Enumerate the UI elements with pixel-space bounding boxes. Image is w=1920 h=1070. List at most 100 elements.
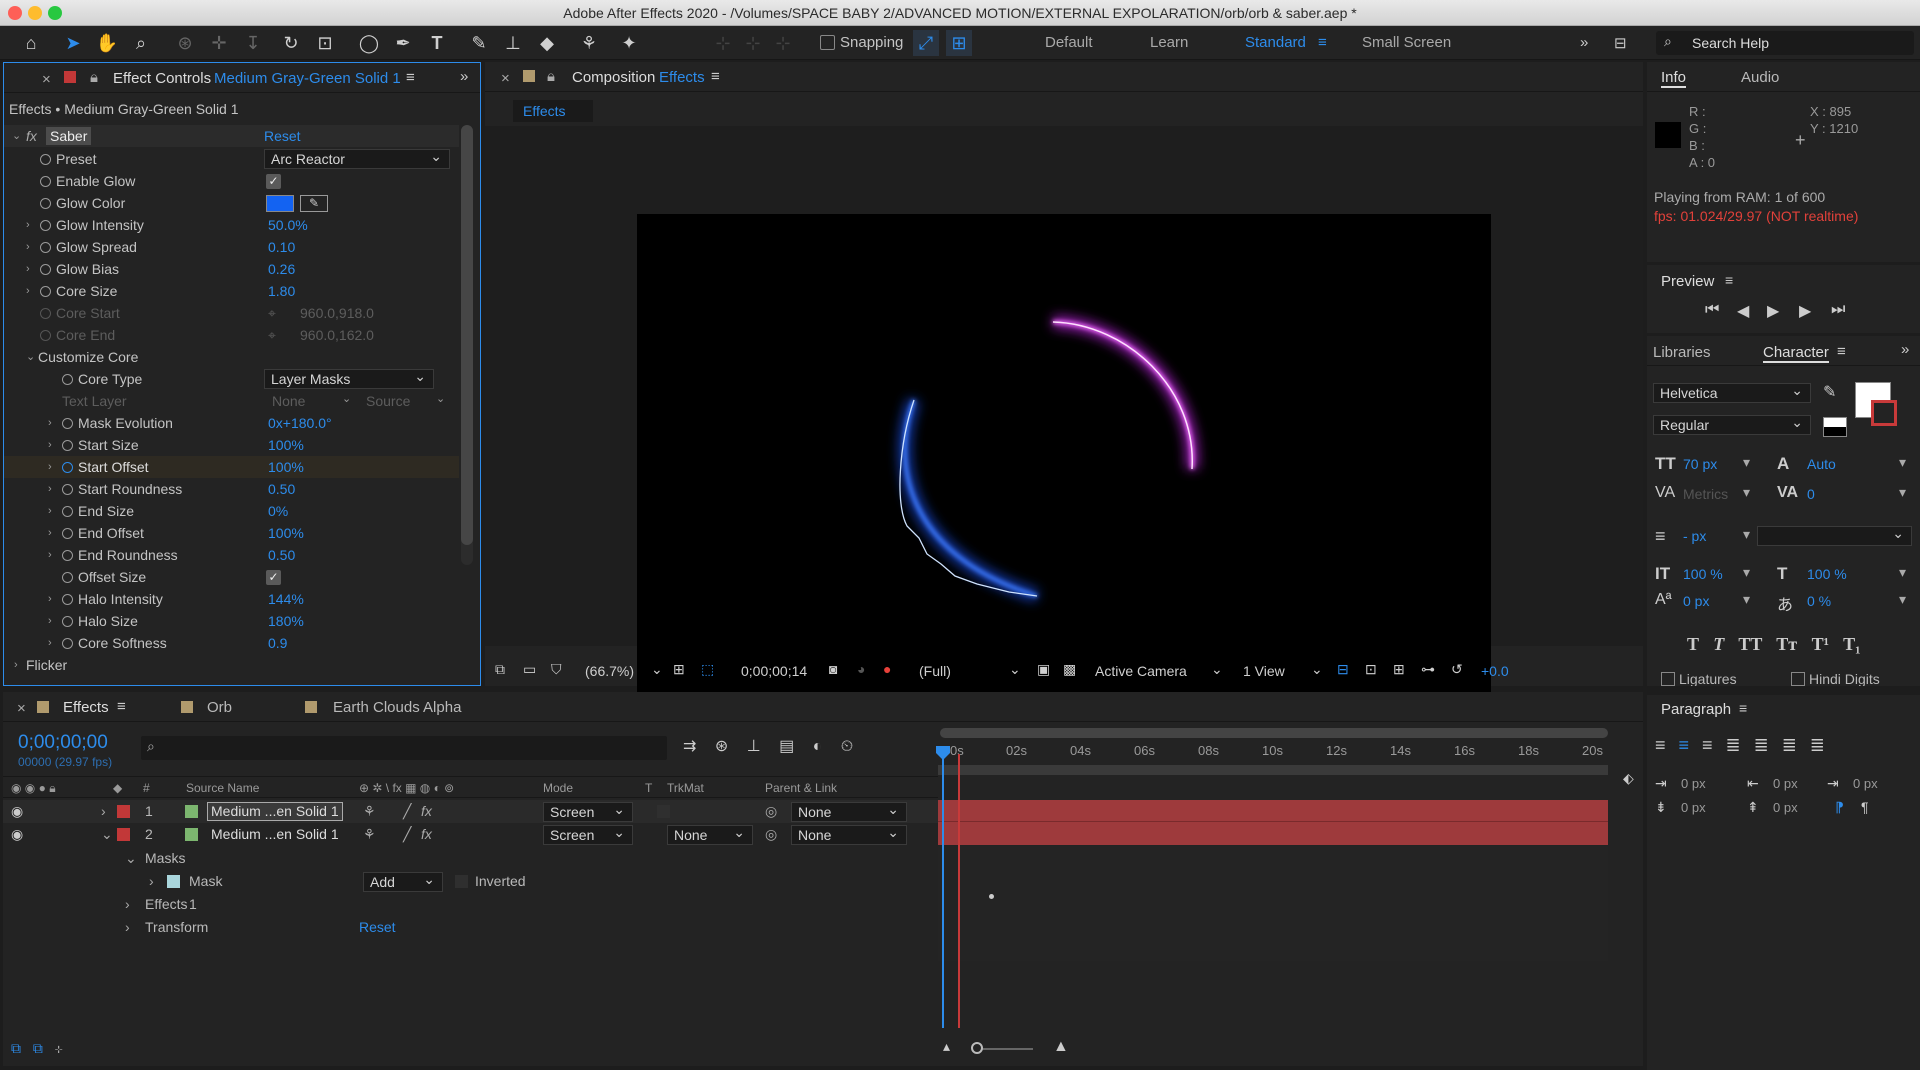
brush-tool-icon[interactable]: ✎ bbox=[466, 30, 492, 56]
effect-prop-row[interactable]: Text Layer None ⌄ Source ⌄ bbox=[4, 390, 459, 412]
snap-edge-icon[interactable]: ⤢ bbox=[913, 30, 939, 56]
prop-value[interactable]: 144% bbox=[268, 588, 304, 610]
fx-icon[interactable]: fx bbox=[421, 823, 432, 846]
chevron-down-icon[interactable]: ▾ bbox=[1899, 591, 1906, 608]
chevron-right-icon[interactable]: › bbox=[48, 544, 52, 566]
always-preview-icon[interactable]: ⧉ bbox=[495, 661, 505, 678]
home-icon[interactable]: ⌂ bbox=[18, 30, 44, 56]
tracking-value[interactable]: 0 bbox=[1807, 486, 1815, 502]
font-size-value[interactable]: 70 px bbox=[1683, 456, 1717, 472]
effect-prop-row[interactable]: Core End ⌖ 960.0,162.0 bbox=[4, 324, 459, 346]
chevron-down-icon[interactable]: ⌄ bbox=[1009, 661, 1021, 678]
effect-prop-row[interactable]: › Start Roundness 0.50 bbox=[4, 478, 459, 500]
layer-mode-dropdown[interactable]: Screen bbox=[543, 823, 633, 845]
ellipse-tool-icon[interactable]: ◯ bbox=[356, 30, 382, 56]
effect-prop-row[interactable]: › Start Size 100% bbox=[4, 434, 459, 456]
chevron-down-icon[interactable]: ▾ bbox=[1899, 564, 1906, 581]
character-tab[interactable]: Character bbox=[1763, 344, 1829, 363]
default-colors-icon[interactable] bbox=[1823, 417, 1847, 437]
chevron-down-icon[interactable]: ▾ bbox=[1743, 564, 1750, 581]
chevron-down-icon[interactable]: ⌄ bbox=[125, 847, 137, 870]
prop-value[interactable]: 0.10 bbox=[268, 236, 295, 258]
stopwatch-icon[interactable] bbox=[62, 638, 73, 649]
indent-first-value[interactable]: 0 px bbox=[1853, 776, 1878, 791]
expand-panel-icon[interactable]: » bbox=[460, 68, 468, 85]
zoom-slider-thumb[interactable] bbox=[971, 1042, 983, 1054]
stroke-style-dropdown[interactable] bbox=[1757, 524, 1912, 546]
audio-tab[interactable]: Audio bbox=[1741, 69, 1779, 86]
stopwatch-icon[interactable] bbox=[62, 484, 73, 495]
chevron-right-icon[interactable]: › bbox=[26, 280, 30, 302]
kerning-value[interactable]: Metrics bbox=[1683, 486, 1728, 502]
stopwatch-icon[interactable] bbox=[40, 220, 51, 231]
panel-menu-icon[interactable]: ≡ bbox=[406, 69, 415, 86]
timeline-tab-earth[interactable]: Earth Clouds Alpha bbox=[333, 699, 461, 716]
stopwatch-icon[interactable] bbox=[62, 594, 73, 605]
scrollbar[interactable] bbox=[461, 125, 473, 565]
prop-dropdown[interactable]: Layer Masks bbox=[264, 367, 434, 389]
prop-value[interactable]: 960.0,918.0 bbox=[300, 302, 374, 324]
effect-prop-row[interactable]: › Flicker bbox=[4, 654, 459, 676]
prop-dropdown[interactable]: Arc Reactor bbox=[264, 147, 450, 169]
zoom-tool-icon[interactable]: ⌕ bbox=[128, 30, 154, 56]
effect-prop-row[interactable]: Glow Color ✎ bbox=[4, 192, 459, 214]
first-frame-icon[interactable]: ⏮ bbox=[1705, 301, 1719, 319]
layer-row-2[interactable]: ◉ ⌄ 2 Medium ...en Solid 1 ⚘ ╱ fx Screen… bbox=[3, 823, 938, 846]
time-navigator[interactable] bbox=[938, 765, 1608, 775]
zoom-dropdown[interactable]: (66.7%) bbox=[585, 663, 634, 679]
layer-name[interactable]: Medium ...en Solid 1 bbox=[207, 802, 343, 821]
chevron-right-icon[interactable]: › bbox=[48, 456, 52, 478]
chevron-down-icon[interactable]: ▾ bbox=[1899, 484, 1906, 501]
effect-prop-row[interactable]: › Glow Intensity 50.0% bbox=[4, 214, 459, 236]
prop-value[interactable]: 0x+180.0° bbox=[268, 412, 332, 434]
fast-previews-icon[interactable]: ▣ bbox=[1037, 661, 1050, 678]
prop-value[interactable]: 180% bbox=[268, 610, 304, 632]
vertical-scale-value[interactable]: 100 % bbox=[1683, 566, 1723, 582]
effect-prop-row[interactable]: › Mask Evolution 0x+180.0° bbox=[4, 412, 459, 434]
pan-camera-icon[interactable]: ✛ bbox=[206, 30, 232, 56]
play-icon[interactable]: ▶︎ bbox=[1767, 301, 1779, 321]
next-frame-icon[interactable]: ▶︎ bbox=[1799, 301, 1811, 321]
ltr-direction-icon[interactable]: ⁋ bbox=[1835, 799, 1844, 816]
layer-search-input[interactable]: ⌕ bbox=[141, 736, 667, 760]
composition-name[interactable]: Effects bbox=[659, 69, 705, 86]
space-after-value[interactable]: 0 px bbox=[1773, 800, 1798, 815]
stopwatch-icon[interactable] bbox=[62, 550, 73, 561]
effect-prop-row[interactable]: › Halo Intensity 144% bbox=[4, 588, 459, 610]
eye-icon[interactable]: ◉ bbox=[11, 800, 23, 823]
snapping-checkbox[interactable] bbox=[820, 35, 835, 50]
comp-timecode[interactable]: 0;00;00;14 bbox=[741, 663, 807, 679]
alignment-buttons[interactable]: ≡ ≡ ≡ ≣ ≣ ≣ ≣ bbox=[1655, 735, 1825, 756]
timeline-bottom-icons[interactable]: ⧉ ⧉ ⊹ bbox=[11, 1040, 63, 1057]
composition-tab[interactable]: Composition bbox=[572, 69, 655, 86]
stopwatch-icon[interactable] bbox=[40, 330, 51, 341]
flowchart-icon[interactable]: ⊶ bbox=[1421, 661, 1435, 678]
snapshot-icon[interactable]: ◙ bbox=[829, 661, 837, 677]
prop-value[interactable]: 0.50 bbox=[268, 478, 295, 500]
stroke-width-value[interactable]: - px bbox=[1683, 528, 1706, 544]
effect-prop-row[interactable]: › Glow Spread 0.10 bbox=[4, 236, 459, 258]
camera-dropdown[interactable]: Active Camera bbox=[1095, 663, 1187, 679]
stopwatch-icon[interactable] bbox=[62, 616, 73, 627]
time-graph[interactable]: 0s 02s 04s 06s 08s 10s 12s 14s 16s 18s 20s bbox=[936, 728, 1608, 1028]
pickwhip-icon[interactable]: ◎ bbox=[765, 800, 777, 823]
panel-menu-icon[interactable]: ≡ bbox=[117, 698, 126, 715]
exposure-value[interactable]: +0.0 bbox=[1481, 663, 1509, 679]
previous-frame-icon[interactable]: ◀︎ bbox=[1737, 301, 1749, 321]
workspace-default[interactable]: Default bbox=[1045, 34, 1093, 51]
prop-value[interactable]: 1.80 bbox=[268, 280, 295, 302]
quality-icon[interactable]: ╱ bbox=[403, 800, 411, 823]
mask-mode-dropdown[interactable]: Add bbox=[363, 870, 443, 892]
mask-name[interactable]: Mask 1 bbox=[189, 870, 222, 916]
info-tab[interactable]: Info bbox=[1661, 69, 1687, 88]
pen-tool-icon[interactable]: ✒ bbox=[390, 30, 416, 56]
axis-local-icon[interactable]: ⊹ bbox=[710, 30, 736, 56]
zoom-in-icon[interactable]: ▲ bbox=[1053, 1038, 1069, 1056]
snap-feature-icon[interactable]: ⊞ bbox=[946, 30, 972, 56]
last-frame-icon[interactable]: ⏭ bbox=[1831, 301, 1845, 319]
layer-mode-dropdown[interactable]: Screen bbox=[543, 800, 633, 822]
preserve-transparency[interactable] bbox=[657, 805, 670, 818]
panel-menu-icon[interactable]: ≡ bbox=[1725, 272, 1733, 288]
chevron-down-icon[interactable]: ▾ bbox=[1743, 591, 1750, 608]
stopwatch-icon[interactable] bbox=[62, 528, 73, 539]
